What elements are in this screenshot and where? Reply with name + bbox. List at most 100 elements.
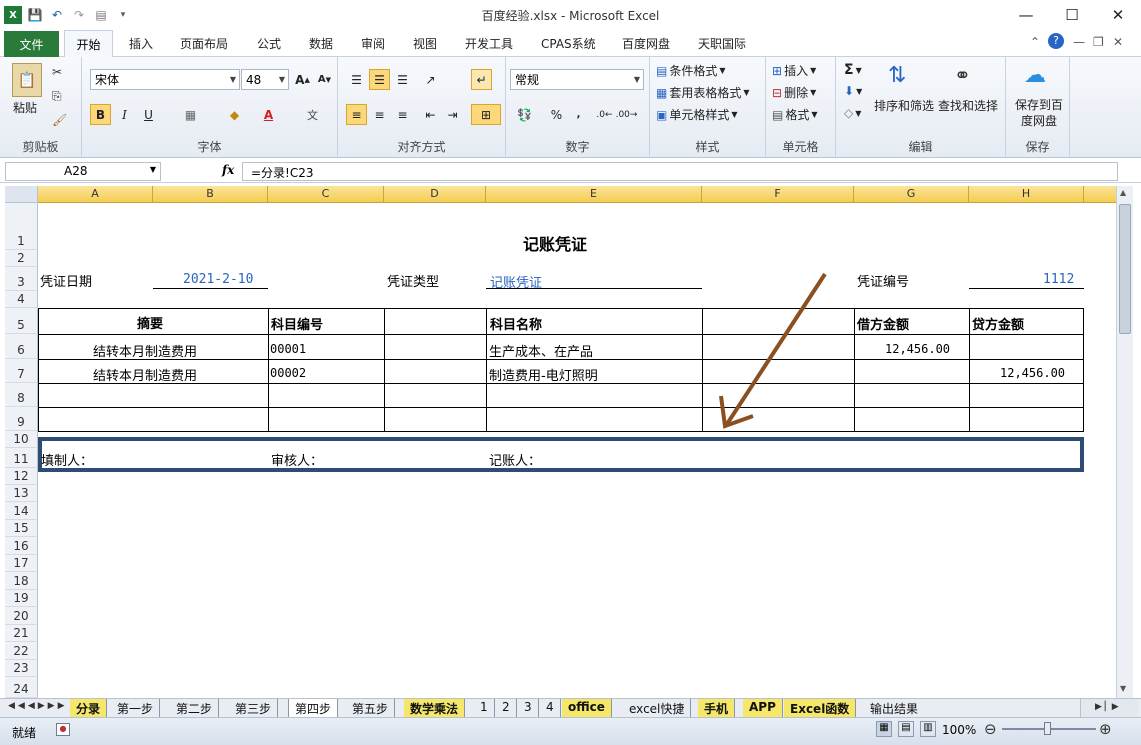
align-left-icon[interactable]: ≡: [346, 104, 367, 125]
sort-filter-icon[interactable]: ⇅: [888, 63, 906, 88]
column-header-b[interactable]: B: [153, 186, 268, 203]
sheet-tab[interactable]: 第三步: [229, 699, 279, 717]
row-header[interactable]: 23: [5, 660, 38, 677]
sheet-tab[interactable]: office: [562, 699, 612, 717]
baidu-netdisk-icon[interactable]: ☁: [1024, 63, 1046, 88]
binoculars-icon[interactable]: ⚭: [954, 63, 971, 87]
column-header-c[interactable]: C: [268, 186, 384, 203]
percent-button[interactable]: %: [546, 104, 567, 125]
row-header[interactable]: 11: [5, 448, 38, 468]
decrease-decimal-icon[interactable]: .00→: [616, 104, 638, 125]
scroll-up-icon[interactable]: ▲: [1120, 188, 1126, 197]
sheet-tab[interactable]: Excel函数: [784, 699, 857, 717]
maximize-icon[interactable]: ☐: [1049, 0, 1095, 30]
row-header[interactable]: 14: [5, 502, 38, 520]
sheet-tab[interactable]: 第一步: [111, 699, 161, 717]
font-size-combo[interactable]: 48 ▼: [241, 69, 289, 90]
fill-color-icon[interactable]: ◆: [224, 104, 245, 125]
scroll-down-icon[interactable]: ▼: [1120, 684, 1126, 693]
worksheet-grid[interactable]: A B C D E F G H 1 2 3 4 5 6 7 8 9 10 11 …: [5, 186, 1116, 698]
vertical-scrollbar[interactable]: ▲ ▼: [1116, 186, 1133, 698]
doc-close-icon[interactable]: ✕: [1113, 35, 1123, 49]
tab-cpas[interactable]: CPAS系统: [541, 35, 596, 52]
sheet-nav-arrows-icon[interactable]: ◀◀◀▶▶▶: [8, 701, 68, 711]
tab-insert[interactable]: 插入: [129, 35, 153, 52]
copy-icon[interactable]: ⎘: [52, 89, 62, 104]
row-header[interactable]: 12: [5, 468, 38, 485]
tab-review[interactable]: 审阅: [361, 35, 385, 52]
row-header[interactable]: 2: [5, 250, 38, 267]
zoom-in-icon[interactable]: ⊕: [1099, 720, 1112, 738]
row-header[interactable]: 24: [5, 677, 38, 698]
scroll-thumb[interactable]: [1119, 204, 1131, 334]
zoom-slider-thumb[interactable]: [1044, 722, 1051, 735]
wrap-text-icon[interactable]: ↵: [471, 69, 492, 90]
clear-icon[interactable]: ◇ ▼: [844, 106, 861, 120]
tab-tianzhi[interactable]: 天职国际: [698, 35, 746, 52]
macro-record-icon[interactable]: ●: [56, 723, 70, 736]
tab-baidu-netdisk[interactable]: 百度网盘: [622, 35, 670, 52]
find-select-button[interactable]: 查找和选择: [938, 97, 998, 114]
align-top-icon[interactable]: ☰: [346, 69, 367, 90]
tab-home[interactable]: 开始: [64, 30, 113, 58]
tab-file[interactable]: 文件: [4, 31, 59, 57]
row-header[interactable]: 18: [5, 572, 38, 590]
row-header[interactable]: 17: [5, 555, 38, 572]
page-break-view-icon[interactable]: ▥: [920, 721, 936, 737]
format-as-table-button[interactable]: ▦ 套用表格格式 ▼: [656, 84, 750, 101]
fill-icon[interactable]: ⬇ ▼: [844, 84, 862, 98]
sheet-tab[interactable]: 输出结果: [864, 699, 924, 717]
help-icon[interactable]: ?: [1048, 33, 1064, 49]
insert-function-icon[interactable]: fx: [222, 163, 234, 177]
align-middle-icon[interactable]: ☰: [369, 69, 390, 90]
tab-page-layout[interactable]: 页面布局: [180, 35, 228, 52]
align-right-icon[interactable]: ≡: [392, 104, 413, 125]
row-header[interactable]: 4: [5, 291, 38, 308]
row-header[interactable]: 8: [5, 383, 38, 407]
doc-minimize-icon[interactable]: —: [1073, 35, 1085, 49]
bold-button[interactable]: B: [90, 104, 111, 125]
borders-icon[interactable]: ▦: [180, 104, 201, 125]
save-to-netdisk-button[interactable]: 保存到百度网盘: [1012, 97, 1066, 129]
sheet-tab[interactable]: 第二步: [170, 699, 220, 717]
sheet-tab-active[interactable]: 第四步: [288, 699, 339, 717]
sheet-tab[interactable]: 3: [518, 699, 539, 717]
page-layout-view-icon[interactable]: ▤: [898, 721, 914, 737]
autosum-icon[interactable]: Σ ▼: [844, 62, 862, 78]
shrink-font-icon[interactable]: A ▼: [314, 69, 335, 90]
sort-filter-button[interactable]: 排序和筛选: [874, 97, 934, 114]
row-header[interactable]: 10: [5, 431, 38, 448]
column-header-a[interactable]: A: [38, 186, 153, 203]
row-header[interactable]: 6: [5, 334, 38, 359]
format-painter-icon[interactable]: 🖌: [52, 113, 67, 127]
italic-button[interactable]: I: [114, 104, 135, 125]
sheet-tab[interactable]: 手机: [698, 699, 736, 717]
minimize-icon[interactable]: —: [1003, 0, 1049, 30]
paste-icon[interactable]: 📋: [12, 63, 42, 97]
align-bottom-icon[interactable]: ☰: [392, 69, 413, 90]
sheet-tab[interactable]: excel快捷: [623, 699, 692, 717]
column-header-e[interactable]: E: [486, 186, 702, 203]
formula-input[interactable]: =分录!C23: [242, 162, 1118, 181]
orientation-icon[interactable]: ↗: [420, 69, 441, 90]
cell-styles-button[interactable]: ▣ 单元格样式 ▼: [656, 106, 738, 123]
select-all-corner[interactable]: [5, 186, 38, 203]
tab-view[interactable]: 视图: [413, 35, 437, 52]
row-header[interactable]: 13: [5, 485, 38, 502]
delete-cells-button[interactable]: ⊟ 删除 ▼: [772, 84, 816, 101]
normal-view-icon[interactable]: ▦: [876, 721, 892, 737]
number-format-combo[interactable]: 常规 ▼: [510, 69, 644, 90]
grow-font-icon[interactable]: A ▲: [292, 69, 313, 90]
phonetic-icon[interactable]: 文: [302, 104, 323, 125]
row-header[interactable]: 5: [5, 308, 38, 334]
insert-cells-button[interactable]: ⊞ 插入 ▼: [772, 62, 816, 79]
row-header[interactable]: 1: [5, 203, 38, 250]
column-header-f[interactable]: F: [702, 186, 854, 203]
increase-indent-icon[interactable]: ⇥: [442, 104, 463, 125]
underline-button[interactable]: U: [138, 104, 159, 125]
zoom-out-icon[interactable]: ⊖: [984, 720, 997, 738]
cut-icon[interactable]: ✂: [52, 65, 62, 79]
row-header[interactable]: 7: [5, 359, 38, 383]
increase-decimal-icon[interactable]: .0←: [594, 104, 615, 125]
paste-button[interactable]: 粘贴: [13, 99, 37, 116]
